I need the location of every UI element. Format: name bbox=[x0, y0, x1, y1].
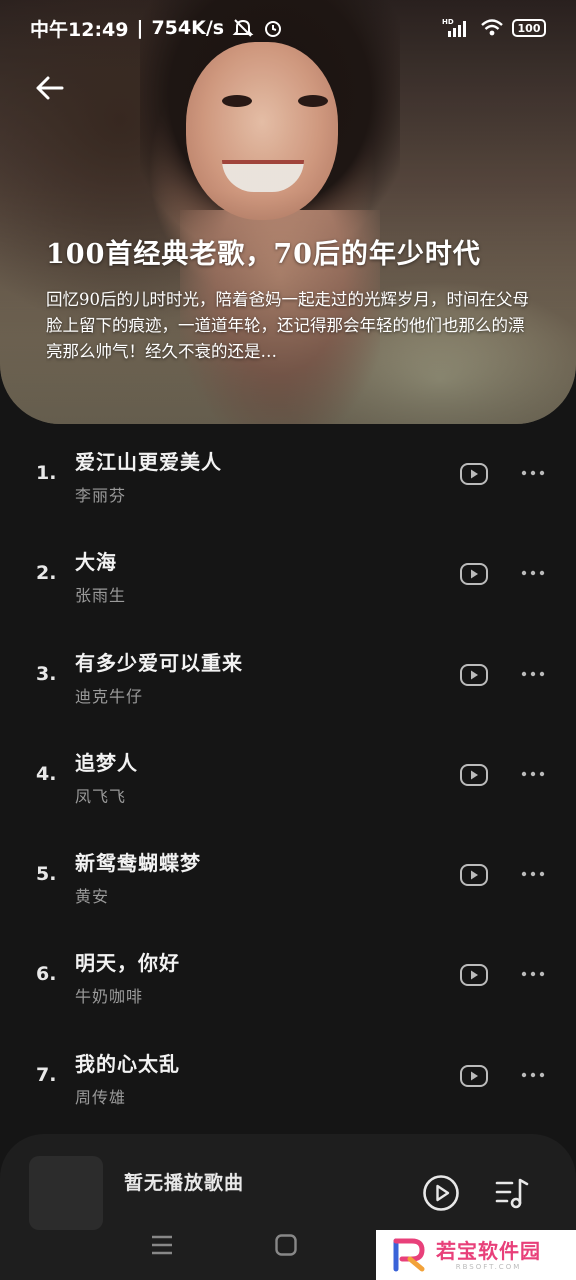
song-title: 爱江山更爱美人 bbox=[75, 450, 222, 474]
playlist-description[interactable]: 回忆90后的儿时时光，陪着爸妈一起走过的光辉岁月，时间在父母脸上留下的痕迹，一道… bbox=[46, 287, 536, 365]
playlist-title: 100首经典老歌，70后的年少时代 bbox=[46, 239, 481, 270]
song-row[interactable]: 4. 追梦人 凤飞飞 bbox=[0, 725, 576, 825]
playlist-cover-header: 中午12:49 | 754K/s HD 100 100首经典老歌，70后的年少时… bbox=[0, 0, 576, 424]
song-artist: 迪克牛仔 bbox=[75, 686, 144, 706]
song-index: 5. bbox=[36, 863, 57, 886]
song-row[interactable]: 5. 新鸳鸯蝴蝶梦 黄安 bbox=[0, 825, 576, 925]
song-title: 追梦人 bbox=[75, 750, 138, 775]
back-arrow-icon[interactable] bbox=[32, 70, 68, 106]
wifi-icon bbox=[481, 19, 503, 36]
play-video-icon[interactable] bbox=[459, 663, 489, 687]
more-dots-icon[interactable] bbox=[520, 568, 546, 578]
menu-icon[interactable] bbox=[150, 1234, 174, 1256]
alarm-clock-icon bbox=[265, 21, 282, 37]
play-video-icon[interactable] bbox=[459, 562, 489, 586]
play-circle-icon[interactable] bbox=[422, 1174, 460, 1212]
signal-icon: HD bbox=[442, 18, 466, 37]
song-row[interactable]: 3. 有多少爱可以重来 迪克牛仔 bbox=[0, 625, 576, 725]
status-divider: | bbox=[136, 17, 144, 39]
song-title: 明天，你好 bbox=[75, 951, 180, 976]
more-dots-icon[interactable] bbox=[520, 869, 546, 879]
song-index: 6. bbox=[36, 963, 57, 986]
song-title: 新鸳鸯蝴蝶梦 bbox=[75, 851, 201, 876]
watermark-subtext: RBSOFT.COM bbox=[455, 1263, 522, 1271]
svg-text:HD: HD bbox=[442, 18, 454, 26]
now-playing-text[interactable]: 暂无播放歌曲 bbox=[124, 1168, 244, 1195]
play-video-icon[interactable] bbox=[459, 863, 489, 887]
more-dots-icon[interactable] bbox=[520, 969, 546, 979]
song-artist: 李丽芬 bbox=[75, 486, 127, 505]
song-artist: 张雨生 bbox=[75, 586, 127, 606]
watermark-logo-icon bbox=[393, 1238, 425, 1272]
song-row[interactable]: 1. 爱江山更爱美人 李丽芬 bbox=[0, 424, 576, 524]
song-index: 1. bbox=[36, 462, 57, 484]
status-bar: 中午12:49 | 754K/s HD 100 bbox=[0, 0, 576, 56]
play-video-icon[interactable] bbox=[459, 763, 489, 787]
watermark-text: 若宝软件园 bbox=[436, 1239, 541, 1263]
song-row[interactable]: 7. 我的心太乱 周传雄 bbox=[0, 1026, 576, 1126]
song-artist: 黄安 bbox=[75, 887, 110, 907]
mute-bell-icon bbox=[232, 19, 254, 37]
song-row[interactable]: 6. 明天，你好 牛奶咖啡 bbox=[0, 925, 576, 1025]
song-index: 3. bbox=[36, 662, 57, 685]
song-artist: 周传雄 bbox=[75, 1087, 127, 1107]
song-index: 4. bbox=[36, 762, 57, 785]
play-video-icon[interactable] bbox=[459, 462, 489, 486]
network-speed: 754K/s bbox=[151, 17, 225, 39]
song-title: 大海 bbox=[75, 550, 117, 575]
more-dots-icon[interactable] bbox=[520, 669, 546, 679]
now-playing-cover[interactable] bbox=[29, 1156, 103, 1230]
playlist-music-icon[interactable] bbox=[494, 1176, 530, 1210]
song-index: 7. bbox=[36, 1063, 57, 1086]
site-watermark: 若宝软件园 RBSOFT.COM bbox=[376, 1230, 576, 1280]
battery-indicator: 100 bbox=[512, 19, 546, 37]
song-row[interactable]: 2. 大海 张雨生 bbox=[0, 524, 576, 624]
song-title: 有多少爱可以重来 bbox=[75, 650, 243, 675]
song-list: 1. 爱江山更爱美人 李丽芬 2. 大海 张雨生 3. 有多少爱可以重来 迪克牛… bbox=[0, 424, 576, 1126]
home-square-icon[interactable] bbox=[274, 1233, 298, 1257]
play-video-icon[interactable] bbox=[459, 963, 489, 987]
song-title: 我的心太乱 bbox=[75, 1051, 180, 1076]
song-index: 2. bbox=[36, 562, 57, 585]
play-video-icon[interactable] bbox=[459, 1064, 489, 1088]
song-artist: 凤飞飞 bbox=[75, 786, 127, 806]
more-dots-icon[interactable] bbox=[520, 1070, 546, 1080]
more-dots-icon[interactable] bbox=[520, 769, 546, 779]
status-time: 中午12:49 bbox=[30, 18, 129, 41]
song-artist: 牛奶咖啡 bbox=[75, 987, 144, 1007]
more-dots-icon[interactable] bbox=[520, 468, 546, 478]
